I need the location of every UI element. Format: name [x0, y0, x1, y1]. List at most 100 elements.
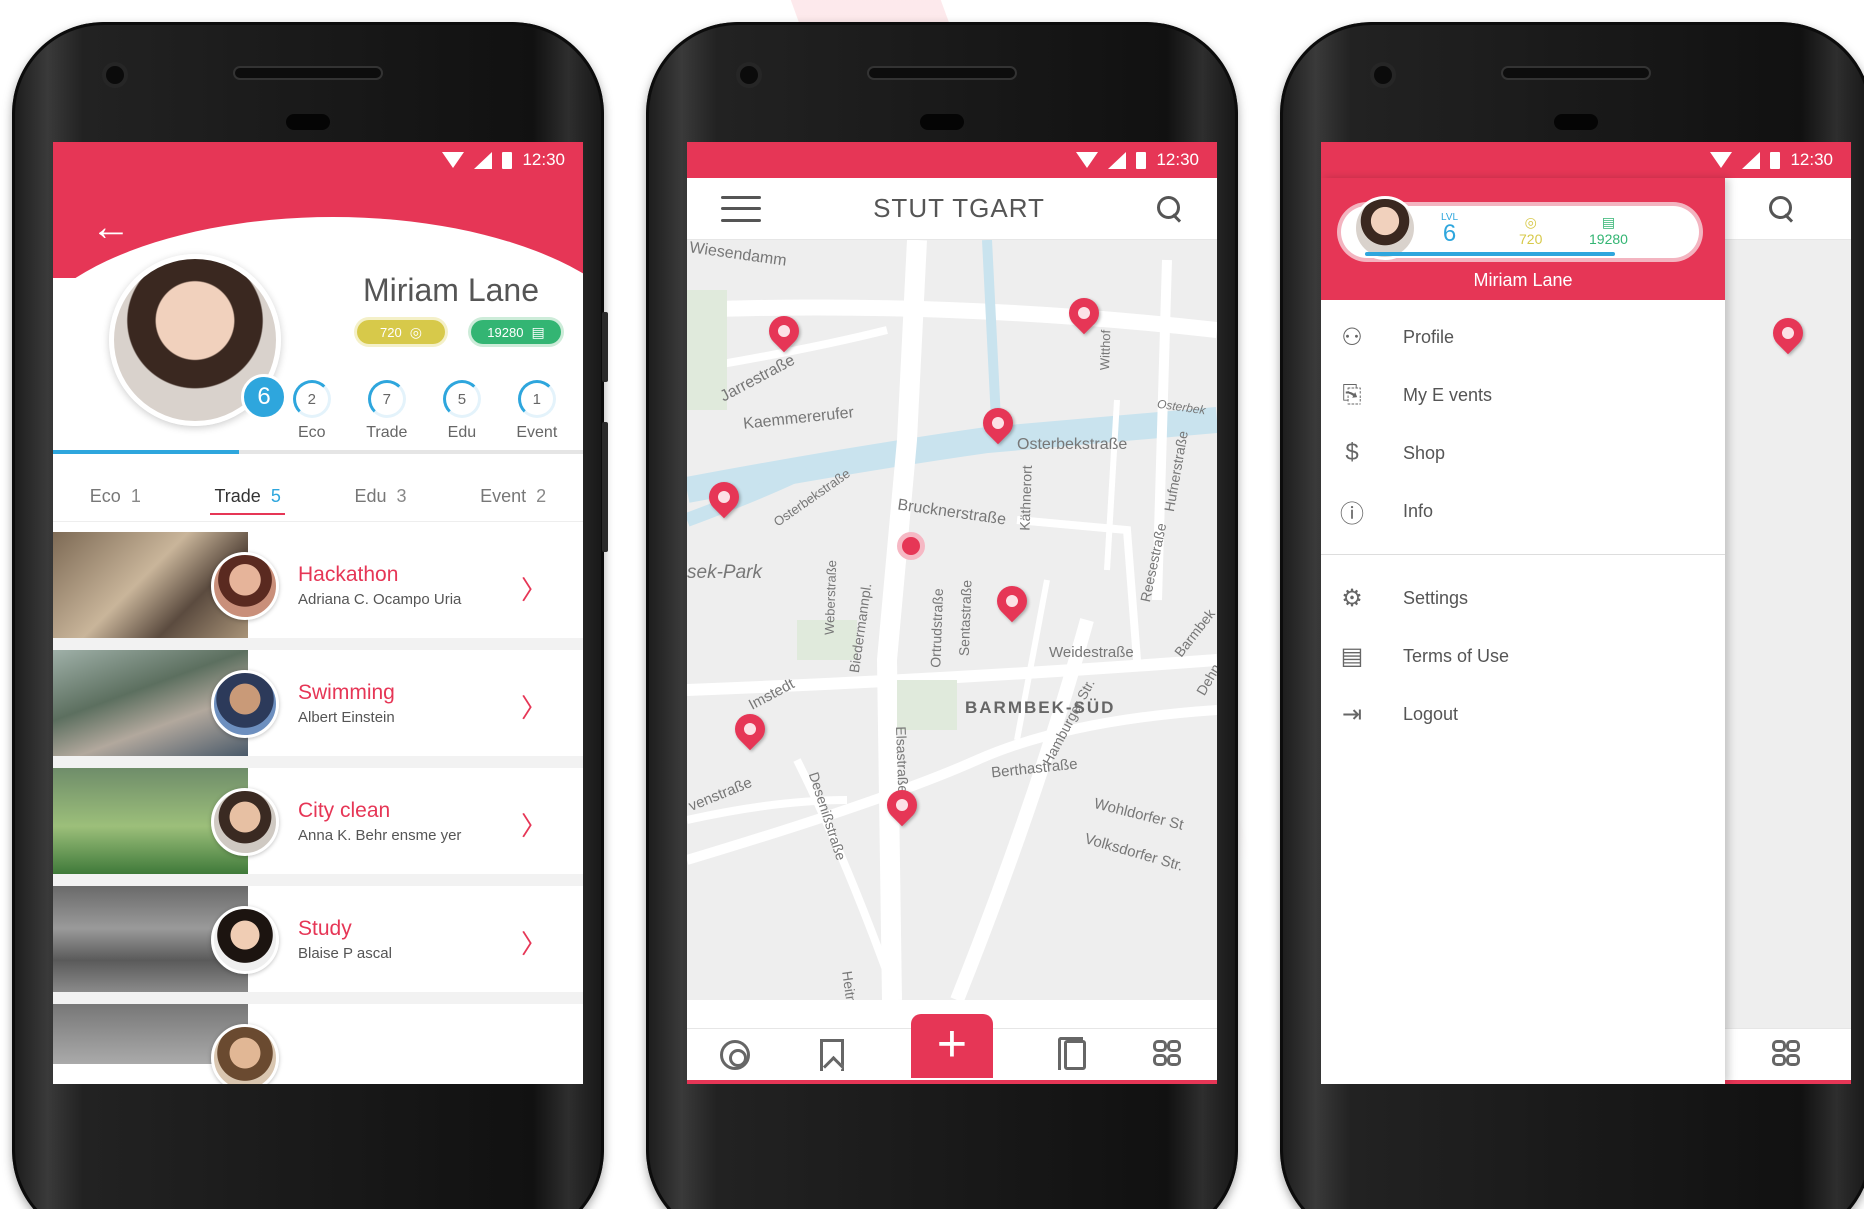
event-title: Hackathon: [298, 562, 399, 586]
cash-icon: ▤: [1601, 214, 1616, 230]
status-bar: 12:30: [53, 142, 583, 178]
chevron-right-icon: 〉: [520, 575, 547, 605]
tab-count: 2: [536, 486, 547, 506]
drawer-header: LVL 6 ◎ 720 ▤ 19280 Miriam Lane: [1321, 178, 1725, 300]
signal-icon: [474, 151, 493, 169]
tab-count: 5: [270, 486, 281, 506]
city-map[interactable]: Wiesendamm Jarrestraße Kaemmererufer Ost…: [687, 240, 1217, 1000]
menu-label: Terms of Use: [1403, 645, 1510, 666]
status-bar: 12:30: [1321, 142, 1851, 178]
signal-icon: [1108, 151, 1127, 169]
front-camera: [102, 62, 128, 88]
logout-icon: ⇥: [1341, 700, 1363, 728]
phone-map: 12:30 STUT TGART Wiesendamm Jarrestraße …: [646, 22, 1238, 1209]
phone-profile: 12:30 ← 6 Miriam Lane 720 ◎ 19280 ▤ 2 Eco 7…: [12, 22, 608, 1209]
info-icon: ⓘ: [1340, 500, 1364, 528]
current-location-marker: [897, 532, 925, 560]
menu-label: Info: [1403, 500, 1434, 521]
gear-icon: ⚙: [1341, 584, 1363, 612]
tab-event[interactable]: Event 2: [476, 478, 550, 515]
wifi-icon: [1076, 152, 1099, 168]
apps-icon: [1152, 1039, 1185, 1070]
event-title: Study: [298, 916, 352, 940]
nav-documents[interactable]: [1054, 1036, 1090, 1073]
menu-label: Logout: [1403, 703, 1459, 724]
list-item[interactable]: Study Blaise P ascal 〉: [53, 886, 583, 1004]
coins-indicator: ◎ 720: [1519, 214, 1542, 247]
cash-icon: ▤: [531, 323, 545, 340]
menu-item-profile[interactable]: ⚇ Profile: [1321, 308, 1725, 366]
map-screen: 12:30 STUT TGART Wiesendamm Jarrestraße …: [687, 142, 1217, 1084]
category-tabs: Eco 1 Trade 5 Edu 3 Event 2: [53, 472, 583, 522]
nav-bookmarks[interactable]: [814, 1037, 850, 1073]
event-text: Study Blaise P ascal: [298, 917, 392, 962]
status-time: 12:30: [1790, 150, 1833, 169]
search-icon[interactable]: [1769, 196, 1795, 222]
stat-ring: 1: [517, 380, 556, 418]
menu-label: My E vents: [1403, 384, 1493, 405]
profile-name: Miriam Lane: [362, 272, 539, 308]
earpiece-speaker: [233, 66, 383, 80]
level-value: 6: [1442, 220, 1457, 247]
volume-button: [602, 422, 608, 552]
event-list: Hackathon Adriana C. Ocampo Uria 〉 Swimmi…: [53, 532, 583, 1084]
list-item[interactable]: City clean Anna K. Behr ensme yer 〉: [53, 768, 583, 886]
target-icon: [720, 1039, 751, 1070]
navigation-drawer: LVL 6 ◎ 720 ▤ 19280 Miriam Lane ⚇ Profile ⎘ M…: [1321, 178, 1725, 1084]
signal-icon: [1742, 151, 1761, 169]
cash-value: 19280: [1589, 231, 1628, 247]
proximity-sensor: [1554, 114, 1598, 130]
menu-icon[interactable]: [721, 195, 761, 222]
status-bar: 12:30: [687, 142, 1217, 178]
stat-label: Edu: [447, 424, 477, 441]
host-avatar: [211, 552, 279, 620]
cash-value: 19280: [487, 324, 524, 340]
menu-item-logout[interactable]: ⇥ Logout: [1321, 685, 1725, 743]
battery-icon: [1136, 151, 1147, 169]
street-label: Elsastraße: [893, 726, 912, 794]
wifi-icon: [442, 152, 465, 168]
stat-edu: 5 Edu: [442, 380, 481, 442]
tab-edu[interactable]: Edu 3: [350, 478, 410, 515]
menu-item-info[interactable]: ⓘ Info: [1321, 482, 1725, 540]
nav-locate[interactable]: [717, 1037, 753, 1073]
menu-item-terms[interactable]: ▤ Terms of Use: [1321, 627, 1725, 685]
chevron-right-icon: 〉: [520, 929, 547, 959]
add-event-button[interactable]: +: [910, 1013, 993, 1078]
status-time: 12:30: [1156, 150, 1199, 169]
dollar-icon: $: [1345, 439, 1359, 466]
back-arrow-icon[interactable]: ←: [91, 207, 131, 247]
list-item[interactable]: Swimming Albert Einstein 〉: [53, 650, 583, 768]
street-label: Käthnerort: [1016, 465, 1035, 531]
phone-drawer: 12:30 LVL 6 ◎ 720 ▤ 19280 Miriam Lane ⚇ Prof…: [1280, 22, 1864, 1209]
menu-item-my-events[interactable]: ⎘ My E vents: [1321, 366, 1725, 424]
tab-trade[interactable]: Trade 5: [210, 478, 286, 515]
menu-label: Settings: [1403, 587, 1469, 608]
search-icon[interactable]: [1157, 195, 1183, 222]
user-summary[interactable]: LVL 6 ◎ 720 ▤ 19280: [1341, 196, 1699, 260]
mockup-stage: 12:30 ← 6 Miriam Lane 720 ◎ 19280 ▤ 2 Eco 7…: [0, 0, 1864, 1209]
apps-icon[interactable]: [1772, 1039, 1804, 1070]
proximity-sensor: [920, 114, 964, 130]
copy-icon: [1057, 1036, 1086, 1070]
menu-item-shop[interactable]: $ Shop: [1321, 424, 1725, 482]
category-stats: 2 Eco 7 Trade 5 Edu 1 Event: [275, 380, 575, 442]
tab-count: 1: [130, 486, 141, 506]
nav-apps[interactable]: [1151, 1037, 1187, 1073]
stat-event: 1 Event: [516, 380, 557, 442]
profile-screen: 12:30 ← 6 Miriam Lane 720 ◎ 19280 ▤ 2 Eco 7…: [53, 142, 583, 1084]
chevron-right-icon: 〉: [520, 811, 547, 841]
stat-trade: 7 Trade: [366, 380, 407, 442]
earpiece-speaker: [1501, 66, 1651, 80]
menu-item-settings[interactable]: ⚙ Settings: [1321, 569, 1725, 627]
list-item[interactable]: [53, 1004, 583, 1084]
bottom-nav: +: [687, 1013, 1217, 1084]
list-item[interactable]: Hackathon Adriana C. Ocampo Uria 〉: [53, 532, 583, 650]
tab-eco[interactable]: Eco 1: [86, 478, 145, 515]
tab-label: Edu: [354, 486, 387, 506]
menu-label: Profile: [1403, 326, 1455, 347]
event-text: Swimming Albert Einstein: [298, 681, 395, 726]
event-host: Blaise P ascal: [298, 944, 392, 962]
level-progress-fill: [53, 450, 239, 454]
power-button: [602, 312, 608, 382]
